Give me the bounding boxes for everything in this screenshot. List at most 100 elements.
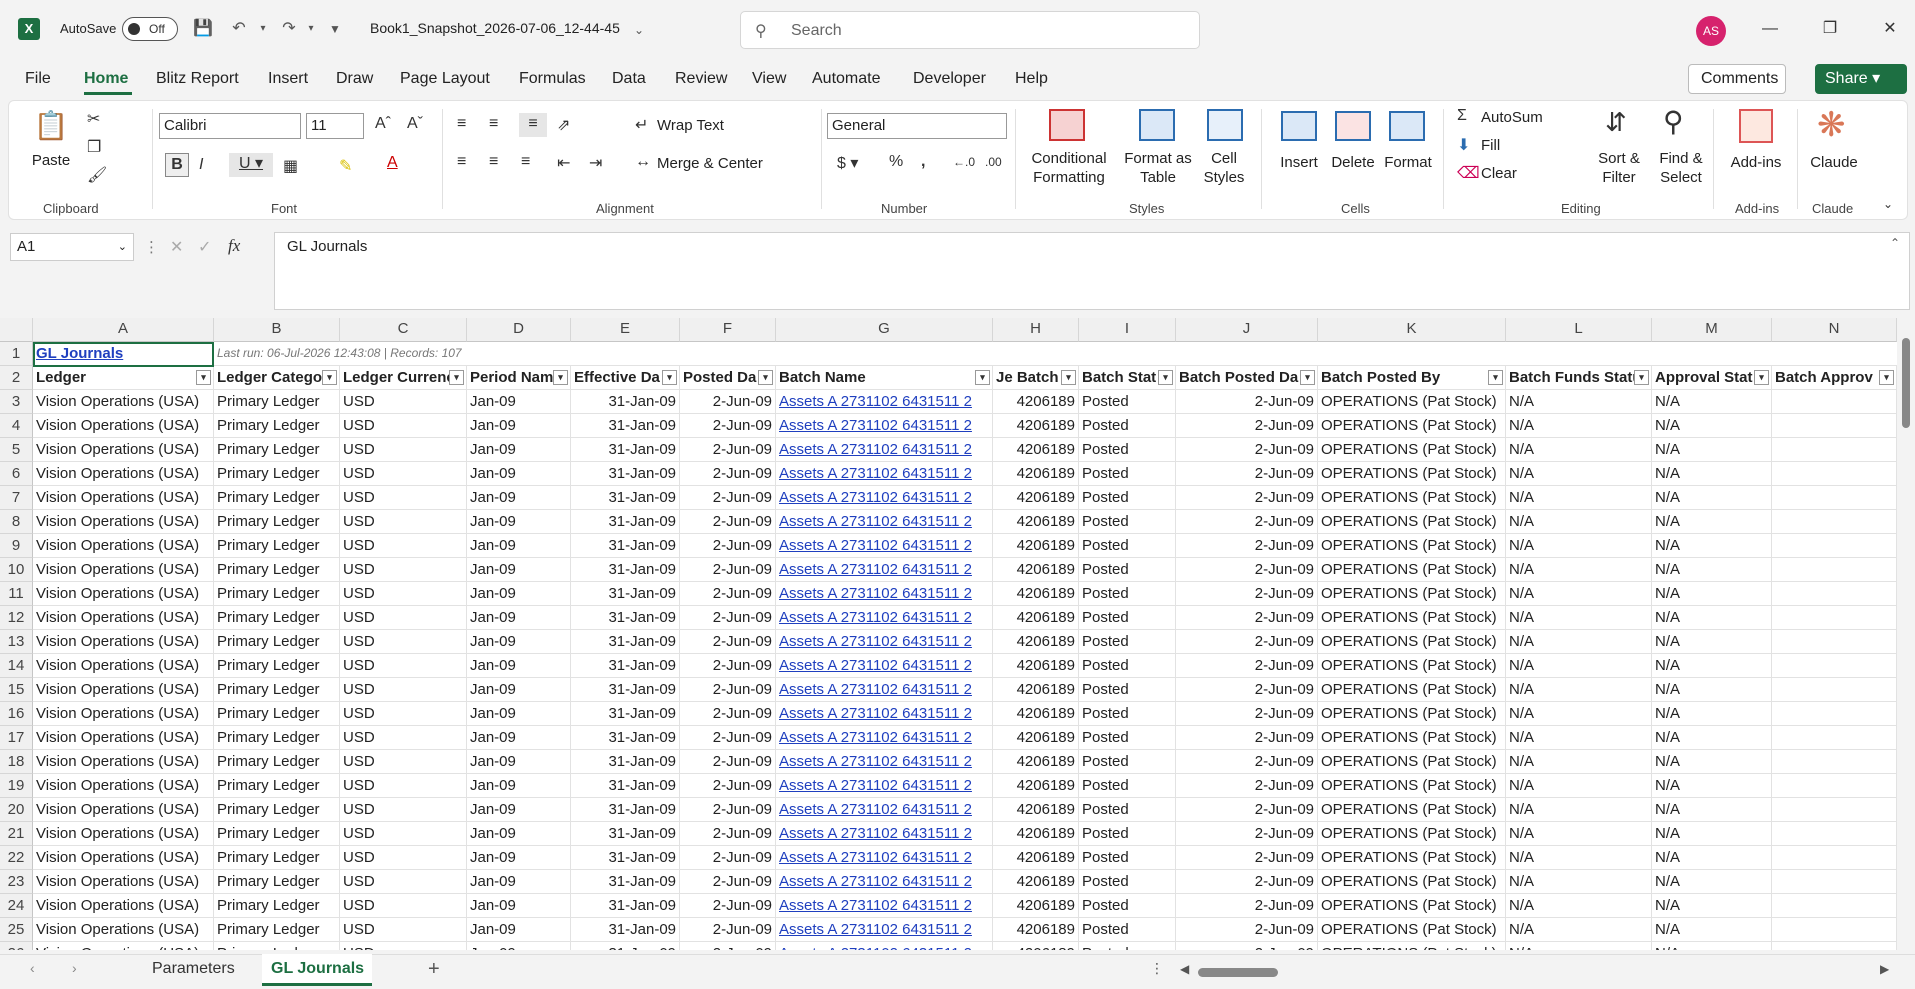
- search-box[interactable]: ⚲ Search: [740, 11, 1200, 49]
- table-cell[interactable]: OPERATIONS (Pat Stock): [1318, 534, 1506, 558]
- table-cell[interactable]: [1772, 774, 1897, 798]
- table-cell[interactable]: Jan-09: [467, 870, 571, 894]
- table-cell[interactable]: 31-Jan-09: [571, 870, 680, 894]
- table-cell[interactable]: [1772, 822, 1897, 846]
- table-cell[interactable]: 2-Jun-09: [680, 726, 776, 750]
- table-cell[interactable]: [1772, 750, 1897, 774]
- table-cell[interactable]: N/A: [1652, 510, 1772, 534]
- table-cell[interactable]: 31-Jan-09: [571, 486, 680, 510]
- table-cell[interactable]: 31-Jan-09: [571, 894, 680, 918]
- table-cell[interactable]: Primary Ledger: [214, 870, 340, 894]
- table-cell[interactable]: N/A: [1506, 750, 1652, 774]
- table-cell[interactable]: Posted: [1079, 606, 1176, 630]
- table-cell[interactable]: Vision Operations (USA): [33, 390, 214, 414]
- table-cell[interactable]: OPERATIONS (Pat Stock): [1318, 942, 1506, 950]
- table-cell[interactable]: 4206189: [993, 486, 1079, 510]
- header-cell[interactable]: Batch Posted Da ▾: [1176, 366, 1318, 390]
- filter-dropdown-icon[interactable]: ▾: [1879, 370, 1894, 385]
- table-cell[interactable]: Jan-09: [467, 462, 571, 486]
- sort-filter-button[interactable]: Sort & Filter: [1589, 149, 1649, 187]
- wrap-text-icon[interactable]: ↵: [635, 115, 648, 135]
- batch-name-link[interactable]: Assets A 2731102 6431511 2: [776, 654, 993, 678]
- table-cell[interactable]: N/A: [1506, 894, 1652, 918]
- decrease-decimal-icon[interactable]: .00: [985, 155, 1002, 169]
- tab-help[interactable]: Help: [1015, 70, 1048, 88]
- tab-review[interactable]: Review: [675, 70, 727, 88]
- table-cell[interactable]: Posted: [1079, 462, 1176, 486]
- batch-name-link[interactable]: Assets A 2731102 6431511 2: [776, 606, 993, 630]
- filter-dropdown-icon[interactable]: ▾: [1754, 370, 1769, 385]
- table-cell[interactable]: N/A: [1506, 486, 1652, 510]
- table-cell[interactable]: OPERATIONS (Pat Stock): [1318, 414, 1506, 438]
- table-cell[interactable]: N/A: [1506, 822, 1652, 846]
- filter-dropdown-icon[interactable]: ▾: [322, 370, 337, 385]
- table-cell[interactable]: Posted: [1079, 942, 1176, 950]
- table-cell[interactable]: N/A: [1652, 702, 1772, 726]
- column-header-a[interactable]: A: [33, 318, 214, 342]
- table-cell[interactable]: 4206189: [993, 726, 1079, 750]
- table-cell[interactable]: N/A: [1652, 654, 1772, 678]
- table-cell[interactable]: 31-Jan-09: [571, 846, 680, 870]
- table-cell[interactable]: Jan-09: [467, 438, 571, 462]
- batch-name-link[interactable]: Assets A 2731102 6431511 2: [776, 414, 993, 438]
- filter-dropdown-icon[interactable]: ▾: [1300, 370, 1315, 385]
- table-cell[interactable]: 2-Jun-09: [680, 390, 776, 414]
- table-cell[interactable]: 31-Jan-09: [571, 534, 680, 558]
- table-cell[interactable]: [1772, 870, 1897, 894]
- horizontal-scroll-thumb[interactable]: [1198, 968, 1278, 977]
- tab-formulas[interactable]: Formulas: [519, 70, 586, 88]
- table-cell[interactable]: 4206189: [993, 678, 1079, 702]
- table-cell[interactable]: OPERATIONS (Pat Stock): [1318, 630, 1506, 654]
- table-cell[interactable]: 31-Jan-09: [571, 510, 680, 534]
- table-cell[interactable]: N/A: [1652, 438, 1772, 462]
- undo-dropdown-icon[interactable]: ▾: [252, 18, 274, 40]
- column-header-m[interactable]: M: [1652, 318, 1772, 342]
- table-cell[interactable]: Primary Ledger: [214, 750, 340, 774]
- select-all-corner[interactable]: [0, 318, 33, 342]
- table-cell[interactable]: N/A: [1652, 846, 1772, 870]
- table-cell[interactable]: Vision Operations (USA): [33, 918, 214, 942]
- table-cell[interactable]: [1772, 726, 1897, 750]
- column-header-b[interactable]: B: [214, 318, 340, 342]
- more-options-icon[interactable]: ⋮: [144, 238, 159, 256]
- table-cell[interactable]: 4206189: [993, 558, 1079, 582]
- batch-name-link[interactable]: Assets A 2731102 6431511 2: [776, 774, 993, 798]
- row-header[interactable]: 5: [0, 438, 33, 462]
- batch-name-link[interactable]: Assets A 2731102 6431511 2: [776, 462, 993, 486]
- font-size-select[interactable]: 11: [306, 113, 364, 139]
- table-cell[interactable]: 31-Jan-09: [571, 414, 680, 438]
- table-cell[interactable]: N/A: [1652, 918, 1772, 942]
- fill-color-icon[interactable]: ✎: [339, 156, 352, 176]
- table-cell[interactable]: USD: [340, 486, 467, 510]
- table-cell[interactable]: Vision Operations (USA): [33, 822, 214, 846]
- column-header-d[interactable]: D: [467, 318, 571, 342]
- table-cell[interactable]: N/A: [1506, 606, 1652, 630]
- clear-icon[interactable]: ⌫: [1457, 163, 1480, 183]
- table-cell[interactable]: N/A: [1506, 942, 1652, 950]
- align-bottom-icon[interactable]: ≡: [519, 113, 547, 137]
- table-cell[interactable]: [1772, 534, 1897, 558]
- worksheet-grid[interactable]: ABCDEFGHIJKLMN 1 GL Journals Last run: 06-…: [0, 318, 1915, 950]
- table-cell[interactable]: 2-Jun-09: [1176, 702, 1318, 726]
- table-cell[interactable]: Primary Ledger: [214, 630, 340, 654]
- table-cell[interactable]: USD: [340, 654, 467, 678]
- table-cell[interactable]: 2-Jun-09: [680, 846, 776, 870]
- scroll-left-icon[interactable]: ◀: [1180, 962, 1189, 976]
- table-cell[interactable]: OPERATIONS (Pat Stock): [1318, 870, 1506, 894]
- table-cell[interactable]: Jan-09: [467, 558, 571, 582]
- batch-name-link[interactable]: Assets A 2731102 6431511 2: [776, 486, 993, 510]
- table-cell[interactable]: Primary Ledger: [214, 558, 340, 582]
- fill-button[interactable]: Fill: [1481, 137, 1500, 154]
- table-cell[interactable]: Jan-09: [467, 774, 571, 798]
- table-cell[interactable]: N/A: [1652, 606, 1772, 630]
- table-cell[interactable]: 4206189: [993, 942, 1079, 950]
- table-cell[interactable]: N/A: [1652, 462, 1772, 486]
- batch-name-link[interactable]: Assets A 2731102 6431511 2: [776, 894, 993, 918]
- table-cell[interactable]: USD: [340, 606, 467, 630]
- table-cell[interactable]: 31-Jan-09: [571, 678, 680, 702]
- table-cell[interactable]: Vision Operations (USA): [33, 630, 214, 654]
- cancel-entry-icon[interactable]: ✕: [170, 237, 183, 257]
- filter-dropdown-icon[interactable]: ▾: [758, 370, 773, 385]
- table-cell[interactable]: 2-Jun-09: [680, 942, 776, 950]
- table-cell[interactable]: [1772, 414, 1897, 438]
